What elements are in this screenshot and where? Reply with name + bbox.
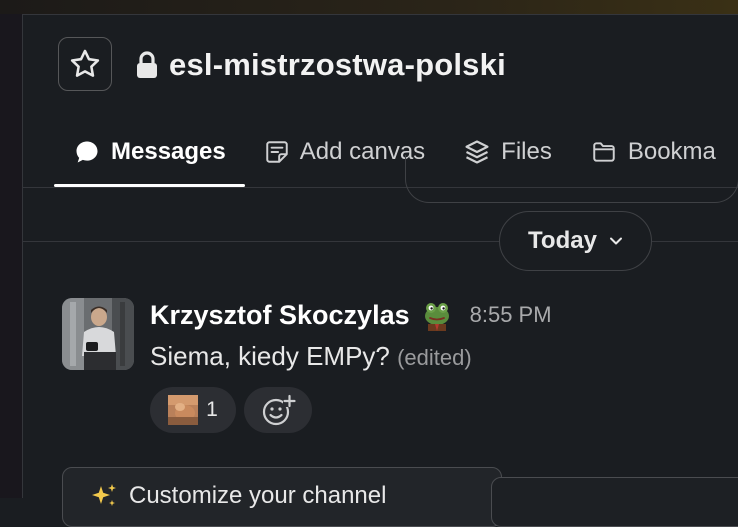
chat-bubble-icon (76, 141, 98, 163)
chevron-down-icon (609, 237, 622, 245)
date-divider-button[interactable]: Today (499, 211, 652, 271)
custom-emoji-icon (168, 395, 199, 425)
reaction-chip[interactable]: 1 (150, 387, 236, 433)
avatar[interactable] (62, 298, 134, 370)
star-channel-button[interactable] (58, 37, 112, 91)
side-card[interactable] (491, 477, 738, 527)
workspace-sidebar-edge (0, 14, 23, 498)
message-header: Krzysztof Skoczylas 8:55 PM (150, 297, 552, 333)
message-body: Siema, kiedy EMPy? (edited) (150, 341, 472, 372)
canvas-icon (266, 141, 288, 163)
channel-title[interactable]: esl-mistrzostwa-polski (134, 43, 506, 87)
tab-messages-label: Messages (111, 138, 226, 165)
message-text: Siema, kiedy EMPy? (150, 341, 390, 371)
frog-status-icon[interactable] (420, 298, 454, 332)
message-timestamp[interactable]: 8:55 PM (470, 302, 552, 328)
date-divider-label: Today (528, 227, 597, 254)
previous-message-pill (405, 155, 738, 203)
message-author[interactable]: Krzysztof Skoczylas (150, 300, 410, 331)
add-emoji-icon (262, 394, 296, 426)
sparkles-icon (92, 484, 116, 506)
reaction-count: 1 (206, 398, 218, 421)
channel-pane: esl-mistrzostwa-polski Messages Add canv… (23, 14, 738, 527)
add-reaction-button[interactable] (244, 387, 312, 433)
star-icon (70, 49, 100, 77)
tab-messages[interactable]: Messages (54, 123, 245, 187)
window-top-strip (0, 0, 738, 14)
edited-label: (edited) (397, 345, 472, 370)
customize-channel-card[interactable]: Customize your channel (62, 467, 502, 527)
customize-channel-label: Customize your channel (129, 482, 387, 509)
lock-icon (137, 51, 157, 78)
channel-name: esl-mistrzostwa-polski (169, 47, 506, 82)
